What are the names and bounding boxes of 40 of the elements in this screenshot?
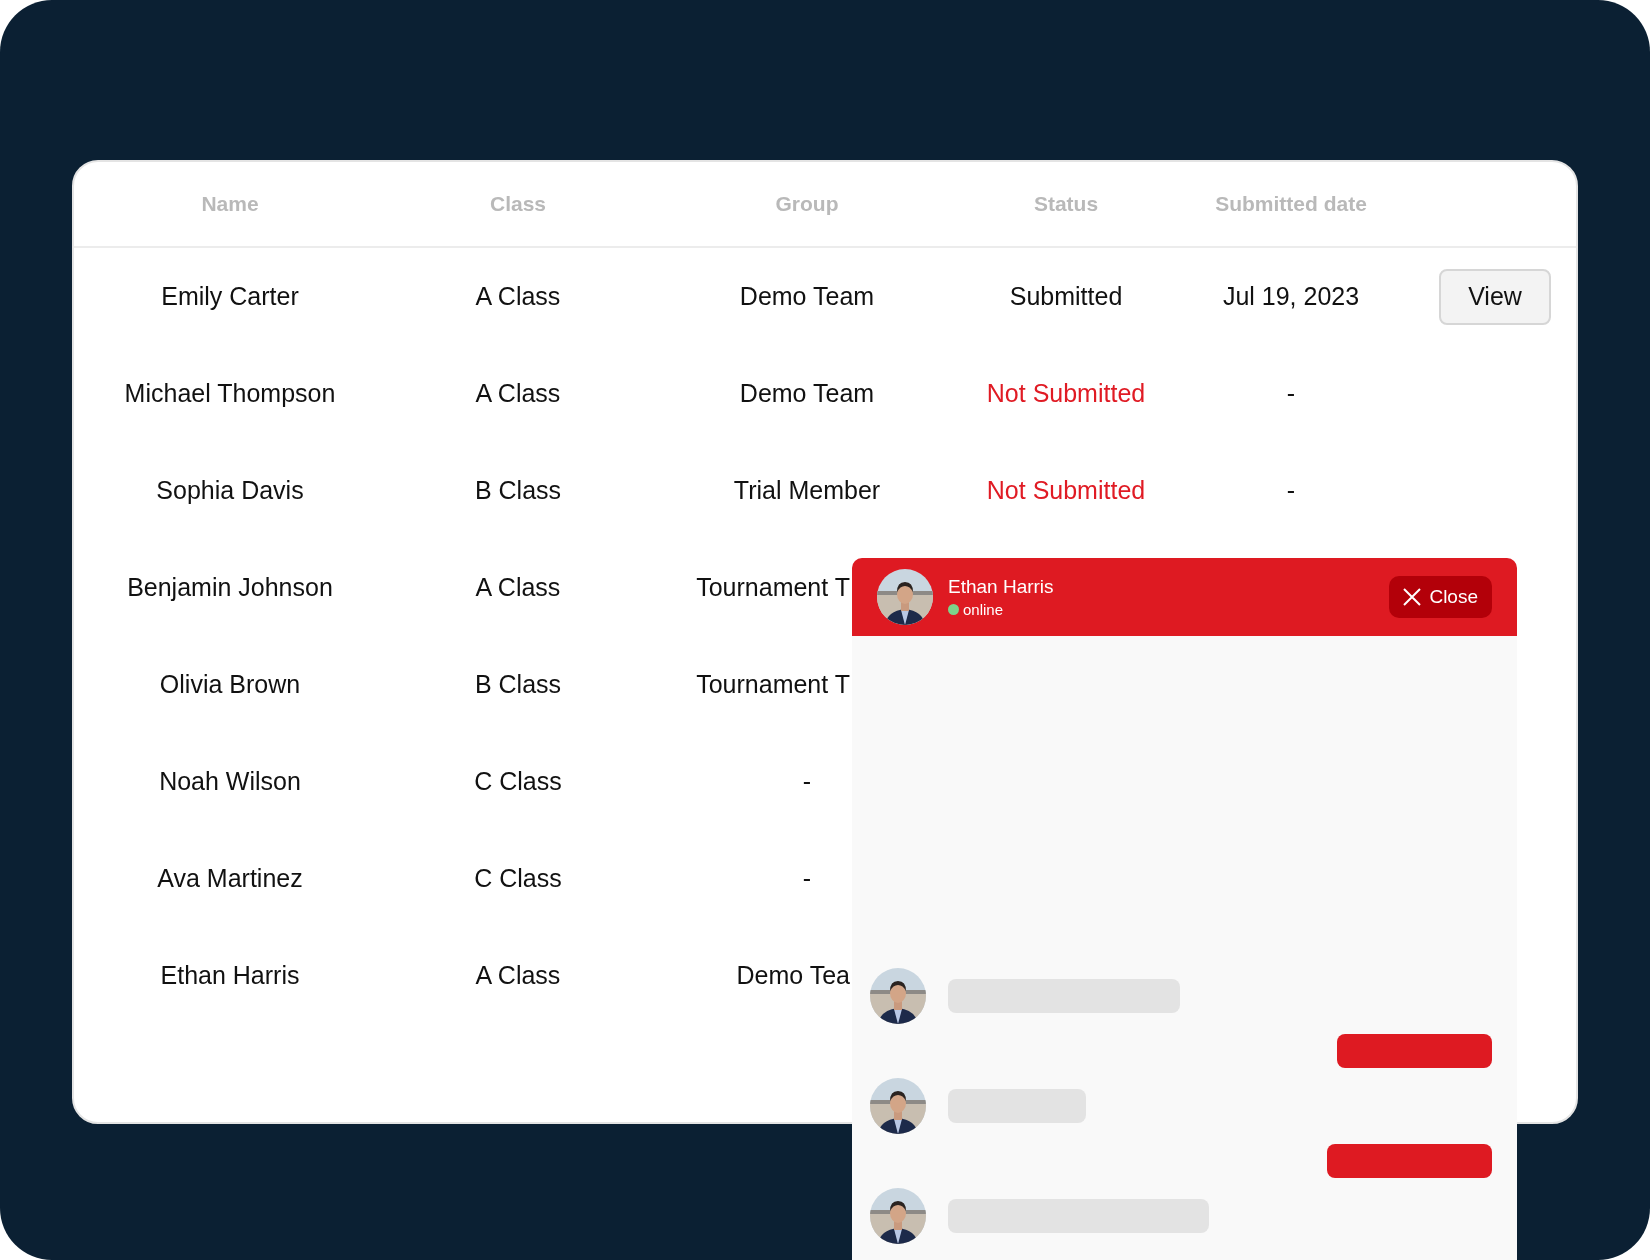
table-cell-text: C Class: [473, 864, 563, 893]
table-cell-text: B Class: [473, 476, 563, 505]
status-text: Submitted: [1008, 282, 1124, 311]
table-cell-text: A Class: [474, 961, 562, 990]
table-cell-text: Benjamin Johnson: [126, 573, 334, 602]
status-text: Not Submitted: [985, 476, 1147, 505]
table-cell-text: A Class: [474, 379, 562, 408]
table-cell-text: -: [1285, 379, 1297, 408]
column-header: Status: [1032, 192, 1100, 216]
column-header: Name: [200, 192, 260, 216]
close-icon: [1403, 588, 1422, 606]
table-cell-text: Sophia Davis: [155, 476, 305, 505]
table-cell-text: A Class: [474, 573, 562, 602]
table-cell-text: Olivia Brown: [158, 670, 302, 699]
table-cell-text: Ava Martinez: [156, 864, 304, 893]
table-cell-text: A Class: [474, 282, 562, 311]
table-cell-text: -: [801, 767, 813, 796]
table-cell-text: Noah Wilson: [158, 767, 302, 796]
table-cell-text: Demo Team: [738, 379, 876, 408]
contact-name: Ethan Harris: [948, 576, 1055, 598]
table-cell-text: Ethan Harris: [159, 961, 301, 990]
table-cell-text: Demo Team: [738, 282, 876, 311]
table-cell-text: Michael Thompson: [123, 379, 337, 408]
table-cell-text: Emily Carter: [160, 282, 300, 311]
status-text: Not Submitted: [985, 379, 1147, 408]
column-header: Submitted date: [1214, 192, 1368, 216]
column-header: Class: [488, 192, 547, 216]
column-header: Group: [774, 192, 840, 216]
view-button[interactable]: View: [1439, 268, 1551, 325]
close-button[interactable]: Close: [1389, 576, 1492, 618]
table-cell-text: Demo Tea: [735, 961, 850, 990]
table-cell-text: B Class: [473, 670, 563, 699]
table-cell-text: Trial Member: [732, 476, 882, 505]
table-cell-text: C Class: [473, 767, 563, 796]
table-cell-text: Tournament T: [695, 573, 850, 602]
table-cell-text: -: [801, 864, 813, 893]
table-cell-text: Jul 19, 2023: [1221, 282, 1361, 311]
presence-text: online: [963, 601, 1004, 618]
table-cell-text: Tournament T: [695, 670, 850, 699]
table-cell-text: -: [1285, 476, 1297, 505]
